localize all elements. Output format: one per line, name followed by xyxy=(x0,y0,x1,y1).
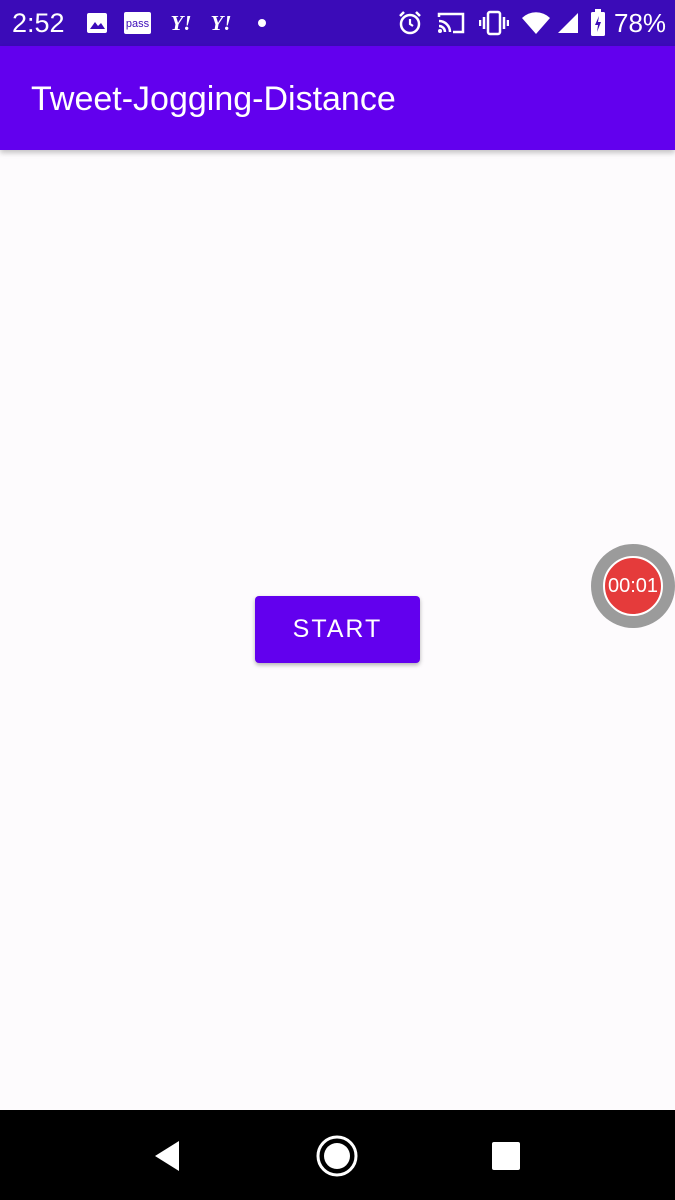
app-screen: 2:52 pass Y! Y! 78% Tweet-Jogging-Distan… xyxy=(0,0,675,1200)
recording-timer: 00:01 xyxy=(607,575,659,597)
recents-icon[interactable] xyxy=(484,1134,528,1178)
yahoo-label: Y! xyxy=(170,10,192,35)
app-title: Tweet-Jogging-Distance xyxy=(31,80,396,118)
dot-icon xyxy=(256,8,268,38)
cast-icon xyxy=(437,8,465,38)
pass-label: pass xyxy=(126,18,150,30)
yahoo-icon: Y! xyxy=(166,8,196,38)
pass-icon: pass xyxy=(123,8,152,38)
status-time: 2:52 xyxy=(12,8,65,38)
navigation-bar xyxy=(0,1110,675,1200)
app-bar: Tweet-Jogging-Distance xyxy=(0,46,675,150)
yahoo-label: Y! xyxy=(210,10,232,35)
vibrate-icon xyxy=(479,8,509,38)
battery-icon xyxy=(589,8,607,38)
battery-percent: 78% xyxy=(614,8,667,38)
signal-icon xyxy=(556,8,580,38)
image-icon xyxy=(86,8,108,38)
wifi-icon xyxy=(521,8,551,38)
back-icon[interactable] xyxy=(145,1134,189,1178)
start-button[interactable]: START xyxy=(255,596,420,663)
screen-recorder-bubble[interactable]: 00:01 xyxy=(591,544,675,628)
alarm-icon xyxy=(397,8,423,38)
main-content: START xyxy=(0,150,675,1110)
home-icon[interactable] xyxy=(315,1134,359,1178)
status-bar: 2:52 pass Y! Y! 78% xyxy=(0,0,675,46)
yahoo-icon: Y! xyxy=(206,8,236,38)
